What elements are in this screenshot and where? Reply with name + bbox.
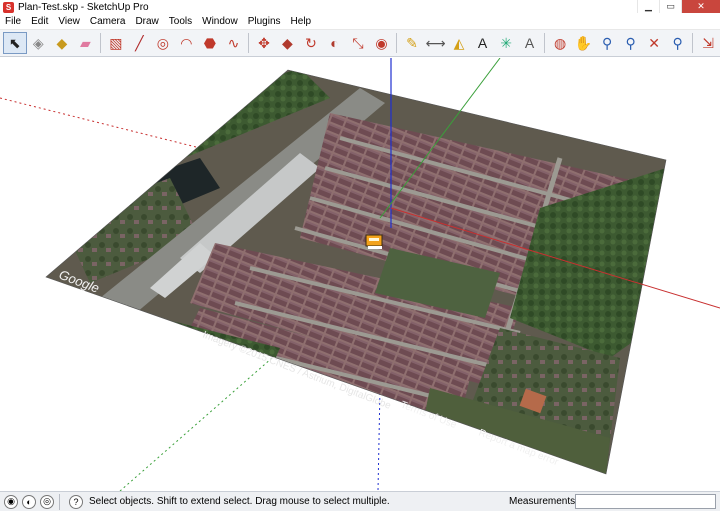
- move-tool-button[interactable]: ✥: [252, 32, 276, 54]
- dimension-icon: ⟷: [425, 34, 446, 51]
- pan-tool-button[interactable]: ✋: [572, 32, 596, 54]
- main-toolbar: ⬉ ◈ ◆ ▰ ▧ ╱ ◎ ◠ ⬣ ∿ ✥ ◆ ↻ ◐ ⤡ ◉ ✎ ⟷ ◭ A ✳ A ◍ ✋ ⚲ ⚲ ✕ ⚲ ⇲: [0, 30, 720, 57]
- geo-location-icon[interactable]: ◉: [4, 494, 18, 509]
- scale-tool-button[interactable]: ⤡: [346, 32, 370, 54]
- 3d-text-icon: A: [524, 35, 535, 51]
- green-axis-dashed: [119, 357, 273, 491]
- previous-view-icon: ⚲: [672, 34, 683, 51]
- minimize-button[interactable]: ▁: [637, 0, 659, 13]
- previous-view-tool-button[interactable]: ⚲: [666, 32, 690, 54]
- location-marker-icon[interactable]: [365, 234, 383, 249]
- menu-bar: File Edit View Camera Draw Tools Window …: [0, 14, 720, 30]
- zoom-icon: ⚲: [601, 34, 613, 51]
- menu-window[interactable]: Window: [197, 14, 243, 29]
- zoom-window-tool-button[interactable]: ⚲: [619, 32, 643, 54]
- toolbar-separator: [692, 33, 694, 53]
- rotate-icon: ↻: [305, 34, 317, 51]
- menu-help[interactable]: Help: [286, 14, 317, 29]
- make-component-icon: ◈: [32, 34, 44, 51]
- toolbar-separator: [544, 33, 546, 53]
- toolbar-separator: [100, 33, 102, 53]
- window-controls: ▁ ▭ ✕: [637, 0, 720, 14]
- axes-icon: ✳: [500, 34, 512, 51]
- help-icon[interactable]: ?: [69, 494, 83, 509]
- credits-icon[interactable]: ◐: [22, 494, 36, 509]
- circle-icon: ◎: [156, 34, 169, 51]
- select-icon: ⬉: [8, 34, 21, 51]
- dimension-tool-button[interactable]: ⟷: [424, 32, 448, 54]
- rectangle-icon: ▧: [109, 34, 123, 51]
- title-bar: S Plan-Test.skp - SketchUp Pro ▁ ▭ ✕: [0, 0, 720, 14]
- pan-icon: ✋: [574, 34, 593, 51]
- rotate-tool-button[interactable]: ↻: [299, 32, 323, 54]
- menu-tools[interactable]: Tools: [164, 14, 197, 29]
- status-bar: ◉ ◐ ◎ ? Select objects. Shift to extend …: [0, 491, 720, 511]
- polygon-tool-button[interactable]: ⬣: [198, 32, 222, 54]
- text-tool-button[interactable]: A: [471, 32, 495, 54]
- freehand-tool-button[interactable]: ∿: [222, 32, 246, 54]
- close-button[interactable]: ✕: [681, 0, 720, 13]
- next-icon: ⇲: [702, 34, 715, 51]
- line-tool-button[interactable]: ╱: [128, 32, 152, 54]
- select-tool-button[interactable]: ⬉: [3, 32, 27, 54]
- window-title: Plan-Test.skp - SketchUp Pro: [18, 1, 149, 13]
- arc-icon: ◠: [180, 34, 193, 51]
- model-viewport[interactable]: Google Imagery ©2015 CNES / Astrium, Dig…: [0, 58, 720, 491]
- measurements-input[interactable]: [575, 494, 716, 509]
- menu-plugins[interactable]: Plugins: [243, 14, 286, 29]
- next-tool-button[interactable]: ⇲: [696, 32, 720, 54]
- menu-draw[interactable]: Draw: [130, 14, 163, 29]
- menu-view[interactable]: View: [53, 14, 85, 29]
- text-icon: A: [477, 35, 488, 51]
- circle-tool-button[interactable]: ◎: [151, 32, 175, 54]
- move-icon: ✥: [258, 34, 270, 51]
- zoom-tool-button[interactable]: ⚲: [595, 32, 619, 54]
- tape-measure-icon: ✎: [406, 34, 418, 51]
- zoom-window-icon: ⚲: [625, 34, 636, 51]
- push-pull-icon: ◆: [282, 34, 293, 51]
- arc-tool-button[interactable]: ◠: [175, 32, 199, 54]
- offset-tool-button[interactable]: ◉: [370, 32, 394, 54]
- push-pull-tool-button[interactable]: ◆: [276, 32, 300, 54]
- maximize-button[interactable]: ▭: [659, 0, 681, 13]
- orbit-icon: ◍: [553, 34, 567, 51]
- scale-icon: ⤡: [352, 34, 364, 51]
- paint-bucket-icon: ◆: [56, 34, 68, 51]
- toolbar-separator: [248, 33, 250, 53]
- tape-measure-tool-button[interactable]: ✎: [400, 32, 424, 54]
- polygon-icon: ⬣: [203, 34, 217, 51]
- menu-file[interactable]: File: [0, 14, 26, 29]
- follow-me-icon: ◐: [330, 35, 339, 51]
- follow-me-tool-button[interactable]: ◐: [323, 32, 347, 54]
- rectangle-tool-button[interactable]: ▧: [104, 32, 128, 54]
- protractor-tool-button[interactable]: ◭: [447, 32, 471, 54]
- orbit-tool-button[interactable]: ◍: [548, 32, 572, 54]
- user-icon[interactable]: ◎: [40, 494, 54, 509]
- status-message: Select objects. Shift to extend select. …: [89, 496, 390, 507]
- viewport-canvas[interactable]: Google Imagery ©2015 CNES / Astrium, Dig…: [0, 58, 720, 491]
- status-separator: [59, 493, 60, 510]
- toolbar-separator: [396, 33, 398, 53]
- paint-bucket-tool-button[interactable]: ◆: [50, 32, 74, 54]
- 3d-text-tool-button[interactable]: A: [518, 32, 542, 54]
- sketchup-app-icon[interactable]: S: [3, 1, 14, 13]
- satellite-map-image[interactable]: [0, 58, 720, 491]
- zoom-extents-icon: ✕: [648, 34, 661, 51]
- line-icon: ╱: [135, 34, 144, 51]
- eraser-icon: ▰: [79, 34, 91, 51]
- menu-edit[interactable]: Edit: [26, 14, 53, 29]
- eraser-tool-button[interactable]: ▰: [74, 32, 98, 54]
- measurements-label: Measurements: [509, 496, 576, 507]
- zoom-extents-tool-button[interactable]: ✕: [642, 32, 666, 54]
- freehand-icon: ∿: [227, 34, 240, 51]
- offset-icon: ◉: [375, 34, 388, 51]
- protractor-icon: ◭: [453, 34, 465, 51]
- make-component-tool-button[interactable]: ◈: [27, 32, 51, 54]
- axes-tool-button[interactable]: ✳: [494, 32, 518, 54]
- menu-camera[interactable]: Camera: [85, 14, 131, 29]
